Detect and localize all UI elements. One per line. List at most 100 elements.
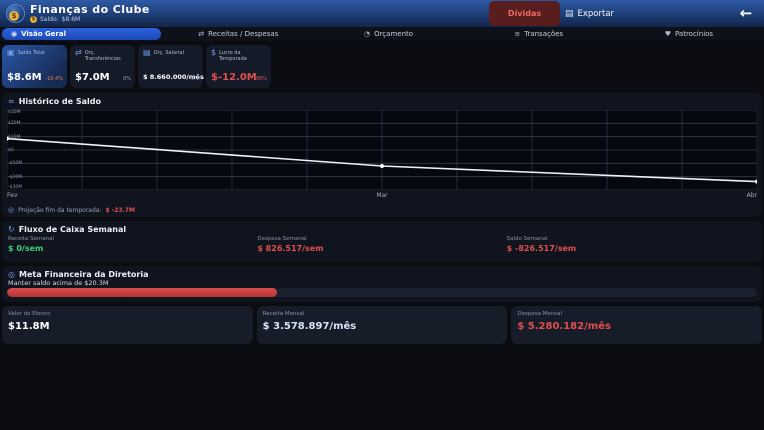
- dollar-icon: $: [211, 49, 216, 57]
- stat-value: $ 3.578.897/mês: [263, 321, 357, 332]
- kpi-card-saldo-total: ▣ Saldo Total $8.6M -10.4%: [2, 45, 67, 88]
- goal-description: Manter saldo acima de $20.3M: [8, 279, 109, 287]
- y-axis-tick: $30M: [8, 110, 20, 115]
- weekly-cashflow-section: ↻ Fluxo de Caixa Semanal Receita Semanal…: [2, 221, 762, 262]
- kpi-label: Saldo Total: [18, 49, 45, 56]
- chart-canvas: [7, 110, 757, 190]
- balance-subtitle-label: Saldo:: [40, 16, 59, 23]
- target-icon: ◎: [8, 206, 14, 214]
- tab-label: Orçamento: [374, 30, 413, 38]
- tab-orcamento[interactable]: ◔ Orçamento: [313, 27, 463, 41]
- transfer-arrows-icon: ⇄: [198, 30, 204, 38]
- kpi-card-lucro-temporada: $ Lucro da Temporada $-12.0M -96%: [206, 45, 271, 88]
- debts-button[interactable]: Dívidas: [489, 1, 560, 26]
- stat-label: Despesa Semanal: [257, 236, 506, 242]
- club-finance-logo-icon: $: [6, 4, 25, 23]
- kpi-value: $8.6M: [7, 72, 42, 83]
- tab-transacoes[interactable]: ≡ Transações: [464, 27, 614, 41]
- stat-value: $11.8M: [8, 321, 50, 332]
- wallet-icon: ▣: [7, 49, 15, 57]
- weekly-income-stat: Receita Semanal $ 0/sem: [8, 236, 257, 253]
- section-header: ↻ Fluxo de Caixa Semanal: [2, 221, 762, 236]
- cycle-icon: ↻: [8, 225, 15, 234]
- stat-label: Receita Mensal: [263, 311, 305, 317]
- y-axis-tick: $10M: [8, 135, 20, 140]
- squad-value-card: Valor do Elenco $11.8M: [2, 306, 253, 344]
- tab-bar: ◉ Visão Geral ⇄ Receitas / Despesas ◔ Or…: [0, 27, 764, 41]
- bottom-stat-cards: Valor do Elenco $11.8M Receita Mensal $ …: [2, 306, 762, 344]
- x-tick-fev: Fev: [7, 192, 17, 200]
- heart-icon: ♥: [665, 30, 671, 38]
- target-icon: ◎: [8, 270, 15, 279]
- app-header: $ Finanças do Clube $ Saldo: $8.6M Dívid…: [0, 0, 764, 27]
- kpi-change-badge: -10.4%: [45, 76, 63, 82]
- goal-progress-bar: [7, 288, 757, 297]
- tab-label: Patrocínios: [675, 30, 713, 38]
- kpi-card-row: ▣ Saldo Total $8.6M -10.4% ⇄ Orç. Transf…: [2, 45, 271, 88]
- kpi-label: Lucro da Temporada: [219, 49, 268, 62]
- kpi-label: Orç. Transferências: [85, 49, 132, 62]
- x-tick-abr: Abr: [747, 192, 757, 200]
- kpi-value: $-12.0M: [211, 72, 257, 83]
- export-file-icon: ▤: [565, 9, 574, 19]
- board-financial-goal-section: ◎ Meta Financeira da Diretoria Manter sa…: [2, 266, 762, 302]
- section-header: ◎ Meta Financeira da Diretoria: [2, 266, 762, 281]
- monthly-income-card: Receita Mensal $ 3.578.897/mês: [257, 306, 508, 344]
- y-axis-tick: -$30M: [8, 185, 22, 190]
- balance-history-chart: $30M $20M $10M $0 -$10M -$20M -$30M: [7, 110, 757, 190]
- tab-label: Transações: [524, 30, 563, 38]
- section-title: Histórico de Saldo: [19, 97, 101, 106]
- stat-value: $ 5.280.182/mês: [517, 321, 611, 332]
- goal-progress-fill: [7, 288, 277, 297]
- debts-button-label: Dívidas: [508, 9, 541, 18]
- tab-label: Receitas / Despesas: [208, 30, 278, 38]
- x-tick-mar: Mar: [376, 192, 387, 200]
- y-axis-tick: -$20M: [8, 175, 22, 180]
- kpi-value: $7.0M: [75, 72, 110, 83]
- monthly-expense-card: Despesa Mensal $ 5.280.182/mês: [511, 306, 762, 344]
- export-button[interactable]: ▤ Exportar: [565, 7, 614, 21]
- projection-label: Projeção fim da temporada:: [18, 207, 101, 214]
- eye-icon: ◉: [11, 30, 17, 38]
- back-button[interactable]: ←: [735, 3, 757, 23]
- section-title: Fluxo de Caixa Semanal: [19, 225, 126, 234]
- coin-icon: $: [9, 11, 19, 21]
- season-projection: ◎ Projeção fim da temporada: $ -23.7M: [8, 206, 135, 214]
- stat-label: Receita Semanal: [8, 236, 257, 242]
- kpi-change-badge: 0%: [191, 76, 199, 82]
- balance-subtitle-value: $8.6M: [62, 16, 81, 23]
- stat-label: Saldo Semanal: [507, 236, 756, 242]
- y-axis-tick: $0: [8, 148, 14, 153]
- tab-patrocinios[interactable]: ♥ Patrocínios: [614, 27, 764, 41]
- stat-value: $ -826.517/sem: [507, 244, 756, 253]
- back-arrow-icon: ←: [740, 4, 753, 22]
- list-icon: ≡: [514, 30, 520, 38]
- y-axis-tick: $20M: [8, 121, 20, 126]
- coin-icon: $: [30, 16, 37, 23]
- tab-label: Visão Geral: [21, 30, 66, 38]
- stat-value: $ 826.517/sem: [257, 244, 506, 253]
- section-header: ≈ Histórico de Saldo: [2, 93, 762, 108]
- kpi-card-orc-salarial: ▤ Orç. Salarial $ 8.660.000/mês 0%: [138, 45, 203, 88]
- kpi-label: Orç. Salarial: [154, 49, 184, 56]
- export-button-label: Exportar: [578, 9, 615, 19]
- stat-value: $ 0/sem: [8, 244, 257, 253]
- tab-visao-geral[interactable]: ◉ Visão Geral: [2, 28, 161, 40]
- x-axis-labels: Fev Mar Abr: [7, 192, 757, 200]
- tab-receitas-despesas[interactable]: ⇄ Receitas / Despesas: [163, 27, 313, 41]
- stat-label: Despesa Mensal: [517, 311, 562, 317]
- page-title: Finanças do Clube: [30, 3, 150, 16]
- projection-value: $ -23.7M: [105, 207, 135, 214]
- weekly-balance-stat: Saldo Semanal $ -826.517/sem: [507, 236, 756, 253]
- line-chart-icon: ≈: [8, 97, 15, 106]
- kpi-change-badge: -96%: [254, 76, 267, 82]
- stat-label: Valor do Elenco: [8, 311, 50, 317]
- balance-subtitle: $ Saldo: $8.6M: [30, 16, 80, 23]
- section-title: Meta Financeira da Diretoria: [19, 270, 149, 279]
- weekly-expense-stat: Despesa Semanal $ 826.517/sem: [257, 236, 506, 253]
- kpi-change-badge: 0%: [123, 76, 131, 82]
- balance-history-section: ≈ Histórico de Saldo $30M $20M $10M $0 -$10M…: [2, 93, 762, 217]
- transfer-arrows-icon: ⇄: [75, 49, 82, 57]
- pie-chart-icon: ◔: [364, 30, 370, 38]
- y-axis-tick: -$10M: [8, 161, 22, 166]
